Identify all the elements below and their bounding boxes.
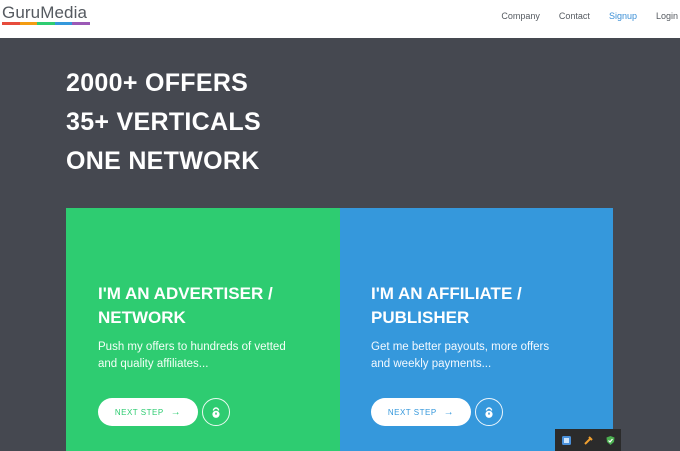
affiliate-card-title: I'M AN AFFILIATE / PUBLISHER xyxy=(371,284,522,327)
arrow-right-icon: → xyxy=(443,406,455,418)
tool-icon[interactable] xyxy=(583,435,594,446)
arrow-right-icon: → xyxy=(170,406,182,418)
nav-link-company[interactable]: Company xyxy=(501,11,540,21)
affiliate-card[interactable]: I'M AN AFFILIATE / PUBLISHER Get me bett… xyxy=(340,208,613,451)
nav-link-signup[interactable]: Signup xyxy=(609,11,637,21)
kettlebell-icon xyxy=(485,406,493,418)
affiliate-card-description: Get me better payouts, more offers and w… xyxy=(371,341,550,370)
nav-link-login[interactable]: Login xyxy=(656,11,678,21)
advertiser-next-step-button[interactable]: NEXT STEP → xyxy=(98,398,198,426)
system-tray xyxy=(555,429,621,451)
advertiser-card-description: Push my offers to hundreds of vetted and… xyxy=(98,341,286,370)
top-navigation-bar: GuruMedia Company Contact Signup Login xyxy=(0,0,680,38)
advertiser-kettlebell-button[interactable] xyxy=(202,398,230,426)
hero-headline: 2000+ OFFERS 35+ VERTICALS ONE NETWORK xyxy=(66,64,261,181)
kettlebell-icon xyxy=(212,406,220,418)
main-nav: Company Contact Signup Login xyxy=(482,0,678,32)
affiliate-kettlebell-button[interactable] xyxy=(475,398,503,426)
advertiser-card[interactable]: I'M AN ADVERTISER / NETWORK Push my offe… xyxy=(66,208,340,451)
hero-line-verticals: 35+ VERTICALS xyxy=(66,108,261,136)
affiliate-next-step-button[interactable]: NEXT STEP → xyxy=(371,398,471,426)
hero-line-offers: 2000+ OFFERS xyxy=(66,69,249,97)
advertiser-card-title: I'M AN ADVERTISER / NETWORK xyxy=(98,284,273,327)
logo-underline xyxy=(2,22,90,25)
hero-line-network: ONE NETWORK xyxy=(66,147,260,175)
logo[interactable]: GuruMedia xyxy=(2,3,87,23)
app-icon[interactable] xyxy=(561,435,572,446)
nav-link-contact[interactable]: Contact xyxy=(559,11,590,21)
shield-icon[interactable] xyxy=(605,435,616,446)
